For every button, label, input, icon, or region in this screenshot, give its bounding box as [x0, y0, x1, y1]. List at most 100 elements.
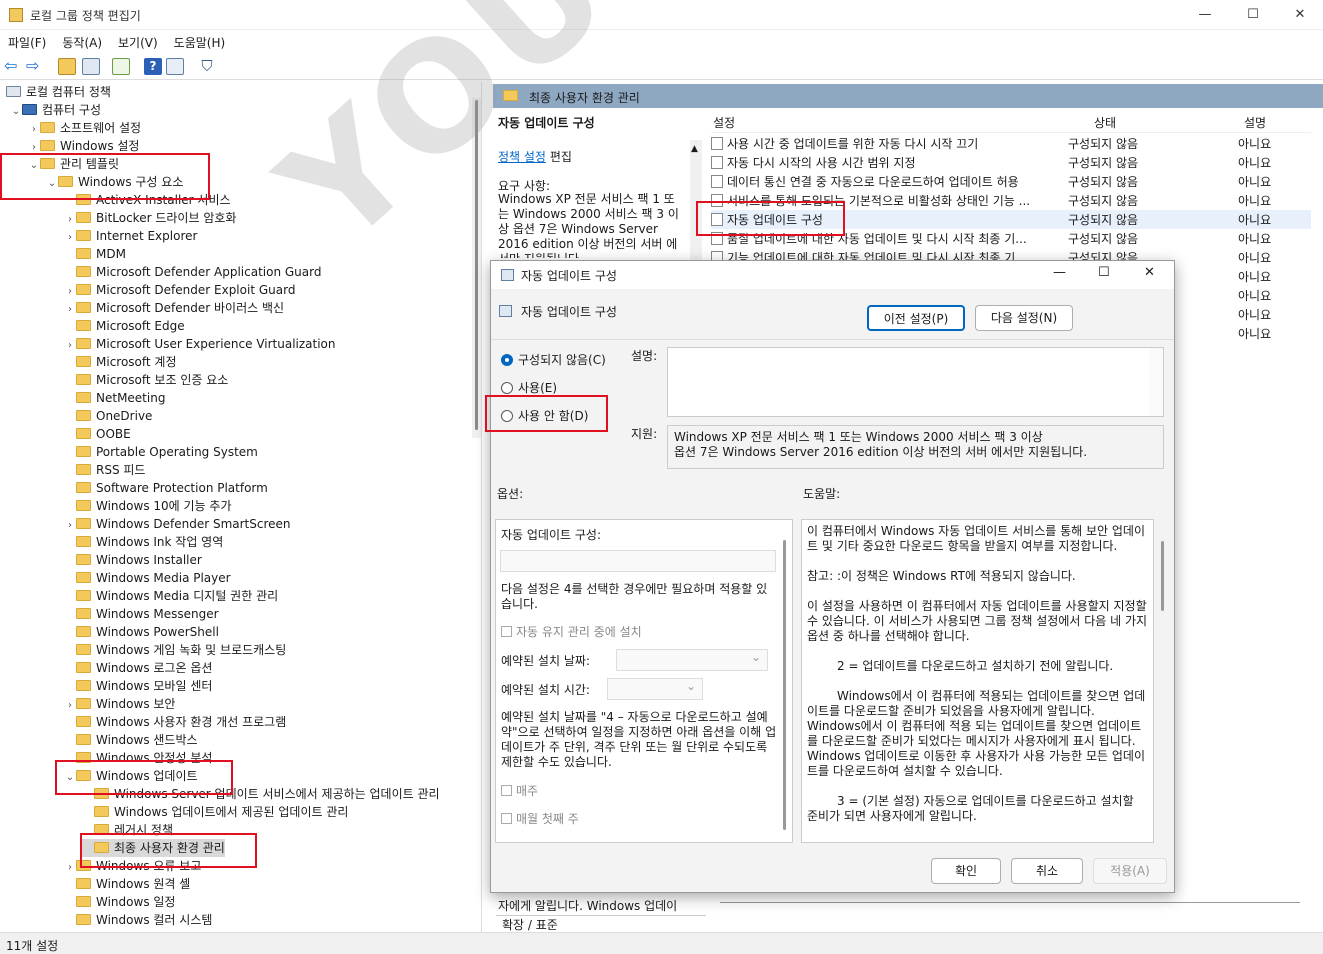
tree-item[interactable]: › Microsoft Defender 바이러스 백신 [64, 299, 284, 317]
chevron-down-icon[interactable]: ⌄ [10, 103, 22, 121]
radio-enabled[interactable]: 사용(E) [501, 379, 557, 396]
tree-item[interactable]: Windows Installer [64, 551, 202, 569]
col-state[interactable]: 상태 [1094, 114, 1116, 131]
tree-item[interactable]: Portable Operating System [64, 443, 258, 461]
tree-item[interactable]: Windows Server 업데이트 서비스에서 제공하는 업데이트 관리 [82, 785, 440, 803]
tree-item[interactable]: OneDrive [64, 407, 152, 425]
tree-item[interactable]: MDM [64, 245, 126, 263]
tree-item[interactable]: Microsoft Edge [64, 317, 185, 335]
tree-item[interactable]: NetMeeting [64, 389, 165, 407]
settings-row[interactable]: 자동 다시 시작의 사용 시간 범위 지정 구성되지 않음 아니요 [711, 153, 1311, 172]
chevron-down-icon[interactable]: ⌄ [28, 157, 40, 175]
settings-row[interactable]: 사용 시간 중 업데이트를 위한 자동 다시 시작 끄기 구성되지 않음 아니요 [711, 134, 1311, 153]
tree-item[interactable]: Windows 사용자 환경 개선 프로그램 [64, 713, 286, 731]
first-week-checkbox[interactable]: 매월 첫째 주 [501, 810, 579, 827]
tree-item[interactable]: ActiveX Installer 서비스 [64, 191, 231, 209]
install-day-select[interactable]: ⌄ [616, 649, 768, 671]
settings-row[interactable]: 품질 업데이트에 대한 자동 업데이트 및 다시 시작 최종 기... 구성되지 … [711, 229, 1311, 248]
maintenance-checkbox[interactable]: 자동 유지 관리 중에 설치 [501, 623, 642, 640]
up-folder-icon[interactable] [58, 58, 76, 75]
tree-item[interactable]: › Windows Defender SmartScreen [64, 515, 291, 533]
tree-item[interactable]: ⌄ Windows 구성 요소 [46, 173, 184, 193]
tree-item[interactable]: Microsoft 계정 [64, 353, 177, 371]
prev-setting-button[interactable]: 이전 설정(P) [867, 305, 965, 331]
export-icon[interactable] [112, 58, 130, 75]
scroll-up-icon[interactable]: ▲ [691, 144, 698, 154]
forward-icon[interactable]: ⇨ [26, 58, 44, 75]
tree-scroll-thumb[interactable] [475, 100, 478, 430]
tree-item[interactable]: Windows 10에 기능 추가 [64, 497, 231, 515]
tree-item[interactable]: 레거시 정책 [82, 821, 173, 839]
maximize-button[interactable]: ☐ [1230, 0, 1276, 30]
tree-item[interactable]: Windows 로그온 옵션 [64, 659, 212, 677]
tree-item[interactable]: › Internet Explorer [64, 227, 197, 245]
minimize-button[interactable]: — [1182, 0, 1228, 30]
tree-item[interactable]: ⌄ Windows 업데이트 [64, 767, 198, 785]
menu-file[interactable]: 파일(F) [0, 30, 54, 55]
apply-button[interactable]: 적용(A) [1093, 858, 1167, 884]
help-scrollbar[interactable] [1161, 541, 1164, 611]
tree-item[interactable]: 최종 사용자 환경 관리 [82, 839, 225, 857]
tree-item[interactable]: Software Protection Platform [64, 479, 268, 497]
policy-edit-link[interactable]: 정책 설정 [498, 150, 546, 164]
description-scrollbar[interactable] [1149, 348, 1163, 416]
close-button[interactable]: ✕ [1277, 0, 1323, 30]
radio-disabled[interactable]: 사용 안 함(D) [501, 407, 588, 424]
tree-item[interactable]: › Microsoft User Experience Virtualizatio… [64, 335, 336, 353]
chevron-down-icon[interactable]: ⌄ [46, 175, 58, 193]
auto-update-dropdown[interactable] [500, 550, 776, 572]
dialog-maximize-button[interactable]: ☐ [1098, 265, 1110, 280]
tree-item[interactable]: › Windows 보안 [64, 695, 175, 713]
tree-item[interactable]: Microsoft 보조 인증 요소 [64, 371, 228, 389]
tree-item[interactable]: Windows 샌드박스 [64, 731, 198, 749]
settings-row[interactable]: 데이터 통신 연결 중 자동으로 다운로드하여 업데이트 허용 구성되지 않음 아니… [711, 172, 1311, 191]
cancel-button[interactable]: 취소 [1011, 858, 1083, 884]
col-setting[interactable]: 설정 [713, 114, 735, 131]
tree-scrollbar[interactable] [472, 98, 481, 438]
tree-item[interactable]: › 소프트웨어 설정 [28, 119, 141, 137]
tree-item[interactable]: Windows Media Player [64, 569, 231, 587]
tree-item[interactable]: Windows 일정 [64, 893, 175, 911]
tree-item[interactable]: Windows Media 디지털 권한 관리 [64, 587, 278, 605]
tab-extended[interactable]: 확장 [502, 918, 524, 932]
dialog-minimize-button[interactable]: — [1053, 265, 1066, 280]
tree-item[interactable]: Windows 모바일 센터 [64, 677, 212, 695]
weekly-checkbox[interactable]: 매주 [501, 782, 538, 799]
tree-item[interactable]: OOBE [64, 425, 131, 443]
tree-item[interactable]: Windows Ink 작업 영역 [64, 533, 223, 551]
back-icon[interactable]: ⇦ [4, 58, 22, 75]
next-setting-button[interactable]: 다음 설정(N) [975, 305, 1073, 331]
tree-item[interactable]: Windows 컬러 시스템 [64, 911, 212, 929]
desc-scrollbar[interactable]: ▲ [690, 140, 702, 260]
tree-item[interactable]: › BitLocker 드라이브 암호화 [64, 209, 236, 227]
tree-item[interactable]: › Windows 오류 보고 [64, 857, 201, 875]
tree-item[interactable]: › Microsoft Defender Exploit Guard [64, 281, 295, 299]
radio-not-configured[interactable]: 구성되지 않음(C) [501, 351, 606, 368]
tree-root[interactable]: 로컬 컴퓨터 정책 [6, 83, 111, 101]
tree-item[interactable]: Windows PowerShell [64, 623, 219, 641]
tree-item[interactable]: Windows 업데이트에서 제공된 업데이트 관리 [82, 803, 348, 821]
tree-item[interactable]: RSS 피드 [64, 461, 145, 479]
tree-item[interactable]: ⌄ 관리 템플릿 [28, 155, 119, 173]
tab-standard[interactable]: 표준 [536, 918, 558, 932]
filter-icon[interactable]: ⛉ [198, 58, 216, 75]
chevron-down-icon[interactable]: ⌄ [64, 769, 76, 787]
tree-item[interactable]: Microsoft Defender Application Guard [64, 263, 321, 281]
tree-item[interactable]: › Windows 설정 [28, 137, 139, 155]
horizontal-scrollbar[interactable] [720, 902, 1300, 903]
install-time-select[interactable]: ⌄ [607, 678, 703, 700]
dialog-close-button[interactable]: ✕ [1144, 265, 1155, 280]
menu-action[interactable]: 동작(A) [54, 30, 110, 55]
menu-view[interactable]: 보기(V) [110, 30, 166, 55]
tree-item[interactable]: ⌄ 컴퓨터 구성 [10, 101, 101, 119]
tree-item[interactable]: Windows 안정성 분석 [64, 749, 212, 767]
ok-button[interactable]: 확인 [931, 858, 1001, 884]
show-tree-icon[interactable] [82, 58, 100, 75]
settings-row[interactable]: 서비스를 통해 도입되는 기본적으로 비활성화 상태인 기능 ... 구성되지 않… [711, 191, 1311, 210]
options-scrollbar[interactable] [783, 540, 786, 830]
menu-help[interactable]: 도움말(H) [166, 30, 234, 55]
tree-item[interactable]: Windows 원격 셸 [64, 875, 190, 893]
tree-item[interactable]: Windows Messenger [64, 605, 219, 623]
settings-row[interactable]: 자동 업데이트 구성 구성되지 않음 아니요 [711, 210, 1311, 229]
description-textbox[interactable] [667, 347, 1164, 417]
